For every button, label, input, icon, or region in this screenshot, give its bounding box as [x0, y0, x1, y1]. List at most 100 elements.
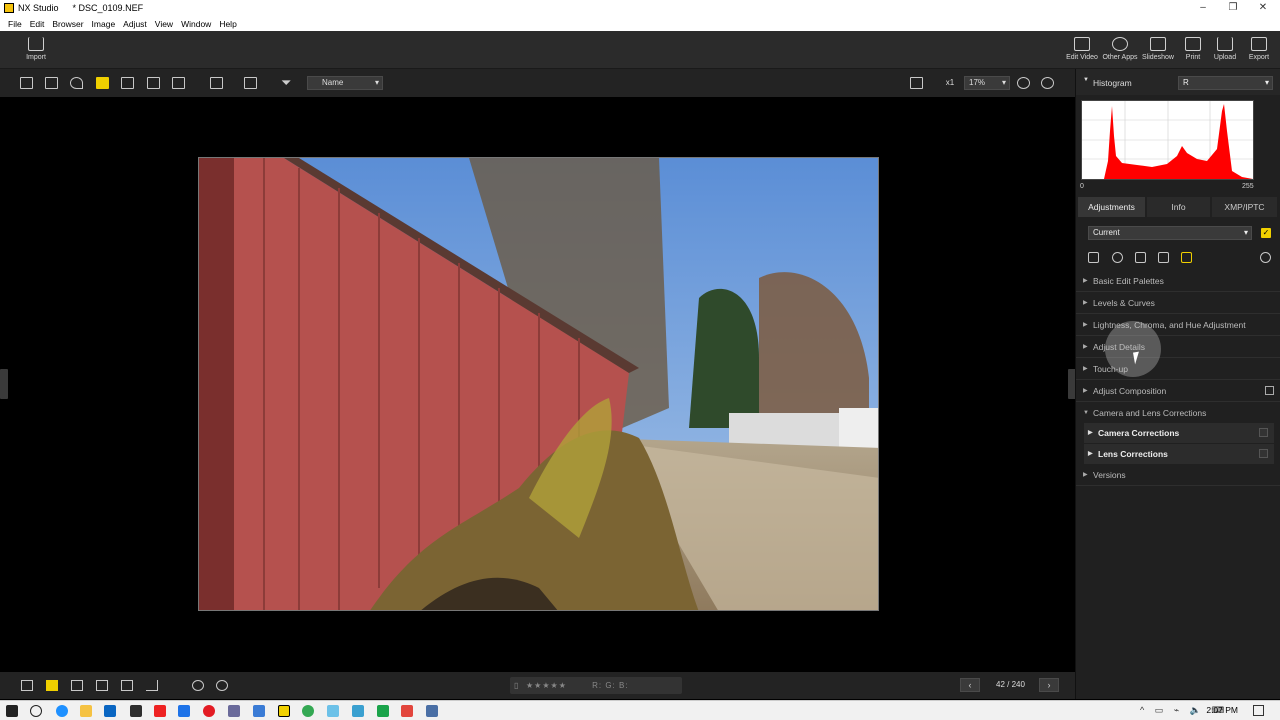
section-levels-curves[interactable]: ▶ Levels & Curves [1076, 292, 1280, 314]
upload-icon [1217, 37, 1233, 51]
zoom-in-icon[interactable] [1041, 77, 1054, 89]
menu-edit[interactable]: Edit [30, 19, 45, 29]
dropbox-icon[interactable] [130, 705, 142, 717]
slideshow-button[interactable]: Slideshow [1140, 37, 1176, 61]
thumbnail-grid-icon[interactable] [20, 77, 33, 89]
compare-view-icon[interactable] [121, 77, 134, 89]
prev-image-button[interactable]: ‹ [960, 678, 980, 692]
zoom-dropdown[interactable]: 17% ▾ [964, 76, 1010, 90]
close-button[interactable]: ✕ [1248, 0, 1278, 16]
gear-icon[interactable] [1260, 252, 1271, 263]
retouch-brush-icon[interactable] [1088, 252, 1099, 263]
section-basic-edit[interactable]: ▶ Basic Edit Palettes [1076, 270, 1280, 292]
menu-file[interactable]: File [8, 19, 22, 29]
tab-info[interactable]: Info [1147, 197, 1210, 217]
crop-icon[interactable] [1158, 252, 1169, 263]
eyedropper-icon[interactable] [1112, 252, 1123, 263]
nx-studio-taskbar-icon[interactable] [278, 705, 290, 717]
menu-adjust[interactable]: Adjust [123, 19, 147, 29]
edit-video-button[interactable]: Edit Video [1064, 37, 1100, 61]
grid-overlay-icon[interactable] [96, 680, 108, 691]
bottom-toolbar: ▯ ★★★★★ R: G: B: ‹ 42 / 240 › [0, 672, 1075, 699]
trash-icon[interactable]: ▯ [514, 677, 519, 694]
export-button[interactable]: Export [1241, 37, 1277, 61]
apply-adjustments-checkbox[interactable]: ✓ [1261, 228, 1271, 238]
section-camera-lens[interactable]: ▼ Camera and Lens Corrections [1076, 402, 1280, 424]
app-lightblue-icon[interactable] [327, 705, 339, 717]
rotate-right-icon[interactable] [216, 680, 228, 691]
enable-checkbox[interactable] [1259, 428, 1268, 437]
control-point-icon[interactable] [1135, 252, 1146, 263]
menu-view[interactable]: View [155, 19, 173, 29]
app-red-icon[interactable] [154, 705, 166, 717]
file-explorer-icon[interactable] [80, 705, 92, 717]
next-image-button[interactable]: › [1039, 678, 1059, 692]
rating-bar[interactable]: ▯ ★★★★★ R: G: B: [510, 677, 682, 694]
section-versions[interactable]: ▶ Versions [1076, 464, 1280, 486]
enable-checkbox[interactable] [1259, 449, 1268, 458]
histogram-channel-dropdown[interactable]: R ▾ [1178, 76, 1273, 90]
app-vs-icon[interactable] [253, 705, 265, 717]
menu-image[interactable]: Image [92, 19, 116, 29]
layout-dropdown-icon[interactable] [210, 77, 223, 89]
label-icon[interactable] [46, 680, 58, 691]
subsection-camera-corrections[interactable]: ▶ Camera Corrections [1084, 423, 1274, 443]
chevron-down-icon: ▾ [1264, 78, 1269, 87]
fit-screen-icon[interactable] [244, 77, 257, 89]
info-overlay-icon[interactable] [121, 680, 133, 691]
menu-help[interactable]: Help [219, 19, 236, 29]
map-pin-icon[interactable] [70, 77, 83, 89]
subsection-lens-corrections[interactable]: ▶ Lens Corrections [1084, 444, 1274, 464]
app-calculator-icon[interactable] [426, 705, 438, 717]
section-touch-up[interactable]: ▶ Touch-up [1076, 358, 1280, 380]
app-purple-icon[interactable] [228, 705, 240, 717]
opera-icon[interactable] [203, 705, 215, 717]
multi-view-icon[interactable] [147, 77, 160, 89]
single-image-view-icon[interactable] [96, 77, 109, 89]
clock[interactable]: 2:07 PM [1206, 705, 1238, 715]
star-rating[interactable]: ★★★★★ [526, 681, 567, 690]
section-lch[interactable]: ▶ Lightness, Chroma, and Hue Adjustment [1076, 314, 1280, 336]
edge-browser-icon[interactable] [56, 705, 68, 717]
mail-icon[interactable] [104, 705, 116, 717]
adjustment-preset-dropdown[interactable]: Current ▾ [1088, 226, 1252, 240]
left-panel-toggle[interactable] [0, 369, 8, 399]
excel-icon[interactable] [377, 705, 389, 717]
rotate-left-icon[interactable] [192, 680, 204, 691]
import-button[interactable]: Import [18, 37, 54, 61]
windows-start-icon[interactable] [6, 705, 18, 717]
expand-arrow-icon: ▶ [1083, 344, 1088, 350]
notifications-icon[interactable] [1253, 705, 1264, 716]
list-view-icon[interactable] [45, 77, 58, 89]
zoom-out-icon[interactable] [1017, 77, 1030, 89]
restore-button[interactable]: ❐ [1218, 0, 1248, 16]
photo-image [199, 158, 878, 610]
download-icon [28, 37, 44, 51]
tab-adjustments[interactable]: Adjustments [1078, 197, 1145, 217]
other-apps-button[interactable]: Other Apps [1102, 37, 1138, 61]
app-blue-icon[interactable] [178, 705, 190, 717]
zoom-x1-button[interactable]: x1 [942, 76, 958, 90]
photo-preview[interactable] [198, 157, 879, 611]
section-adjust-composition[interactable]: ▶ Adjust Composition [1076, 380, 1280, 402]
fit-to-window-icon[interactable] [910, 77, 923, 89]
histogram-header[interactable]: ▼ Histogram R ▾ [1076, 69, 1280, 95]
title-bar: NX Studio * DSC_0109.NEF – ❐ ✕ [0, 0, 1280, 16]
straighten-icon[interactable] [1181, 252, 1192, 263]
search-icon[interactable] [30, 705, 42, 717]
upload-button[interactable]: Upload [1207, 37, 1243, 61]
sort-dropdown[interactable]: Name ▾ [307, 76, 383, 90]
menu-browser[interactable]: Browser [52, 19, 83, 29]
tab-xmp-iptc[interactable]: XMP/IPTC [1212, 197, 1277, 217]
histogram-toggle-icon[interactable] [146, 680, 158, 691]
stack-icon[interactable] [21, 680, 33, 691]
menu-window[interactable]: Window [181, 19, 211, 29]
chrome-icon[interactable] [302, 705, 314, 717]
print-button[interactable]: Print [1175, 37, 1211, 61]
focus-point-icon[interactable] [71, 680, 83, 691]
app-teal-icon[interactable] [352, 705, 364, 717]
minimize-button[interactable]: – [1188, 0, 1218, 16]
filter-icon[interactable]: ⏷ [281, 75, 291, 91]
before-after-icon[interactable] [172, 77, 185, 89]
app-orange-icon[interactable] [401, 705, 413, 717]
